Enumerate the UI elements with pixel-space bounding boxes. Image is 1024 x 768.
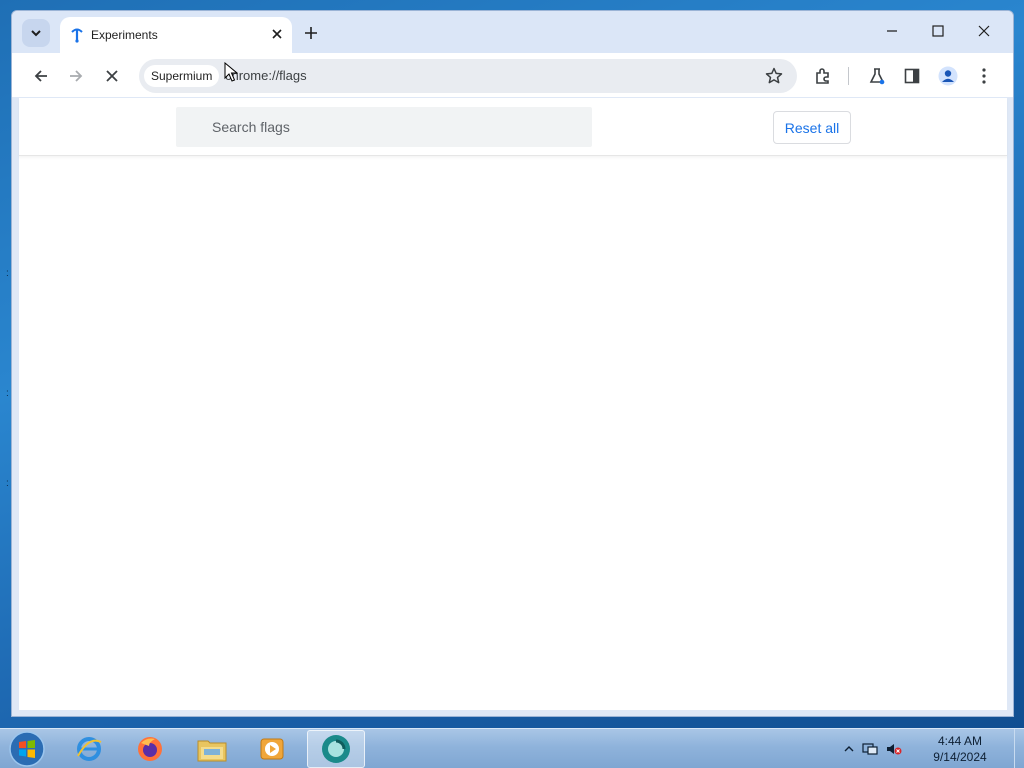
arrow-left-icon: [34, 70, 47, 82]
windows-logo-icon: [9, 731, 45, 767]
more-vert-icon: [982, 68, 986, 84]
close-icon: [978, 25, 990, 37]
tab-close-button[interactable]: [268, 25, 286, 43]
page-content: Reset all: [19, 98, 1007, 710]
toolbar-divider: [848, 67, 849, 85]
site-chip[interactable]: Supermium: [144, 65, 220, 87]
browser-toolbar: Supermium chrome://flags: [12, 53, 1013, 97]
star-icon[interactable]: [765, 67, 783, 85]
puzzle-icon: [816, 68, 829, 84]
tab-search-button[interactable]: [22, 19, 50, 47]
back-button[interactable]: [28, 63, 54, 89]
desktop-edge-mark: :: [6, 268, 9, 279]
maximize-icon: [932, 25, 944, 37]
flags-header: Reset all: [19, 98, 1007, 156]
stop-loading-button[interactable]: [99, 63, 125, 89]
menu-button[interactable]: [971, 63, 997, 89]
taskbar-file-explorer[interactable]: [183, 730, 241, 768]
tab-title: Experiments: [91, 28, 158, 42]
media-player-icon: [260, 738, 284, 760]
labs-button[interactable]: [864, 63, 890, 89]
mouse-cursor-icon: [224, 62, 238, 82]
show-desktop-button[interactable]: [1014, 729, 1024, 768]
show-hidden-icons-icon[interactable]: [844, 742, 854, 756]
volume-muted-icon[interactable]: [886, 742, 902, 756]
tab-experiments[interactable]: Experiments: [60, 17, 292, 53]
minimize-icon: [887, 30, 897, 32]
side-panel-icon: [904, 68, 920, 84]
taskbar-media-player[interactable]: [243, 730, 301, 768]
taskbar-supermium[interactable]: [307, 730, 365, 768]
taskbar-internet-explorer[interactable]: [60, 730, 118, 768]
browser-window: Experiments Supermium chrome://flags Sea…: [11, 10, 1014, 717]
new-tab-button[interactable]: [300, 22, 322, 44]
stop-icon: [106, 70, 118, 82]
search-flags-input[interactable]: [176, 107, 592, 147]
maximize-button[interactable]: [923, 19, 953, 43]
flask-icon: [869, 68, 885, 85]
minimize-button[interactable]: [877, 19, 907, 43]
supermium-icon: [71, 28, 83, 43]
clock-date: 9/14/2024: [933, 750, 987, 764]
taskbar: 4:44 AM 9/14/2024: [0, 728, 1024, 768]
firefox-icon: [138, 737, 162, 761]
chevron-down-icon: [31, 30, 41, 37]
taskbar-firefox[interactable]: [121, 730, 179, 768]
internet-explorer-icon: [77, 737, 102, 761]
avatar-icon: [938, 66, 958, 86]
side-panel-button[interactable]: [899, 63, 925, 89]
desktop-edge-mark: :: [6, 478, 9, 489]
profile-button[interactable]: [935, 63, 961, 89]
system-tray: 4:44 AM 9/14/2024: [844, 729, 1014, 768]
plus-icon: [305, 27, 317, 39]
supermium-icon: [322, 735, 350, 763]
tab-strip: Experiments: [12, 11, 1013, 53]
close-window-button[interactable]: [969, 19, 999, 43]
desktop-edge-mark: :: [6, 388, 9, 399]
file-explorer-icon: [197, 740, 227, 762]
clock-time: 4:44 AM: [937, 734, 983, 748]
close-icon: [272, 29, 282, 39]
arrow-right-icon: [70, 70, 83, 82]
network-icon[interactable]: [862, 742, 878, 756]
start-button[interactable]: [8, 730, 46, 768]
reset-all-button[interactable]: Reset all: [773, 111, 851, 144]
taskbar-clock[interactable]: 4:44 AM 9/14/2024: [930, 733, 990, 765]
forward-button[interactable]: [63, 63, 89, 89]
extensions-button[interactable]: [810, 63, 836, 89]
